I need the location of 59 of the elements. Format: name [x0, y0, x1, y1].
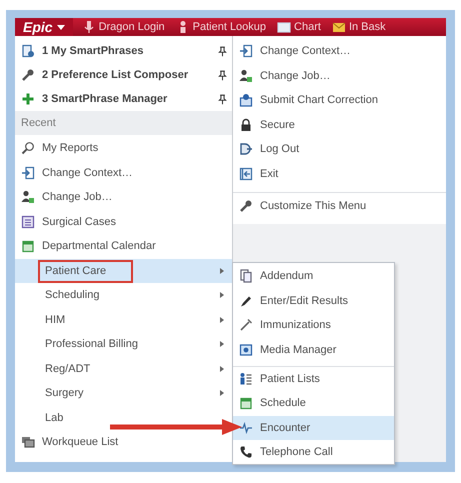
- calendar-icon: [239, 396, 253, 410]
- toolbar-button[interactable]: In Bask: [330, 20, 388, 34]
- menu-item[interactable]: Workqueue List: [15, 430, 232, 454]
- menu-item[interactable]: Lab: [15, 406, 70, 430]
- menu-item[interactable]: Professional Billing: [15, 332, 232, 356]
- pen-icon: [239, 294, 253, 308]
- menu-item[interactable]: Exit: [233, 162, 446, 186]
- menu-item[interactable]: Change Job…: [233, 64, 446, 88]
- lock-icon: [239, 118, 253, 132]
- menu-item[interactable]: Patient Care: [15, 258, 232, 283]
- menu-item[interactable]: Change Context…: [233, 39, 446, 64]
- menu-item[interactable]: Immunizations: [233, 313, 394, 338]
- stack-icon: [21, 435, 35, 450]
- epic-menu-button[interactable]: Epic: [15, 18, 73, 36]
- menu-item[interactable]: HIM: [15, 308, 232, 332]
- exit-icon: [239, 166, 253, 181]
- menu-item[interactable]: Media Manager: [233, 338, 394, 362]
- logout-icon: [239, 142, 253, 156]
- person-badge-icon: [239, 93, 253, 108]
- toolbar-button[interactable]: Dragon Login: [80, 20, 167, 34]
- menu-item[interactable]: Departmental Calendar: [15, 234, 232, 258]
- menu-item[interactable]: 3 SmartPhrase Manager: [15, 87, 232, 111]
- menu-item[interactable]: Reg/ADT: [15, 356, 232, 381]
- menu-item[interactable]: Surgery: [15, 381, 232, 406]
- menu-item[interactable]: Patient Lists: [233, 366, 394, 391]
- menu-item[interactable]: Scheduling: [15, 283, 232, 308]
- person-icon: [239, 68, 253, 83]
- calendar-icon: [21, 239, 35, 254]
- sign-in-icon: [239, 44, 253, 58]
- toolbar-button[interactable]: Patient Lookup: [174, 20, 268, 34]
- menu-item[interactable]: Change Context…: [15, 160, 232, 185]
- document-icon: [21, 44, 35, 58]
- menu-item[interactable]: Enter/Edit Results: [233, 288, 394, 314]
- section-heading: Recent: [15, 111, 232, 135]
- person-icon: [21, 190, 35, 204]
- menu-item[interactable]: Submit Chart Correction: [233, 88, 446, 112]
- menu-item[interactable]: Telephone Call: [233, 440, 394, 464]
- caret-icon: [56, 24, 65, 30]
- people-icon: [239, 372, 253, 386]
- menu-item[interactable]: Surgical Cases: [15, 210, 232, 234]
- phone-icon: [239, 445, 253, 460]
- menu-item[interactable]: 1 My SmartPhrases: [15, 39, 232, 63]
- sign-in-icon: [21, 166, 35, 180]
- toolbar-button[interactable]: Chart: [275, 20, 323, 34]
- menu-item[interactable]: My Reports: [15, 136, 232, 160]
- menu-item[interactable]: Addendum: [233, 264, 394, 289]
- envelope-icon: [332, 20, 346, 34]
- menu-item[interactable]: 2 Preference List Composer: [15, 63, 232, 87]
- menu-item[interactable]: Change Job…: [15, 185, 232, 210]
- list-icon: [21, 214, 35, 229]
- menu-item[interactable]: Log Out: [233, 137, 446, 162]
- menu-item[interactable]: Encounter: [233, 416, 394, 440]
- picture-icon: [239, 343, 253, 358]
- menu-item[interactable]: Secure: [233, 112, 446, 137]
- pulse-icon: [239, 420, 253, 435]
- search-icon: [21, 141, 35, 156]
- menu-item[interactable]: Schedule: [233, 390, 394, 416]
- documents-icon: [239, 269, 253, 284]
- plus-icon: [21, 92, 35, 106]
